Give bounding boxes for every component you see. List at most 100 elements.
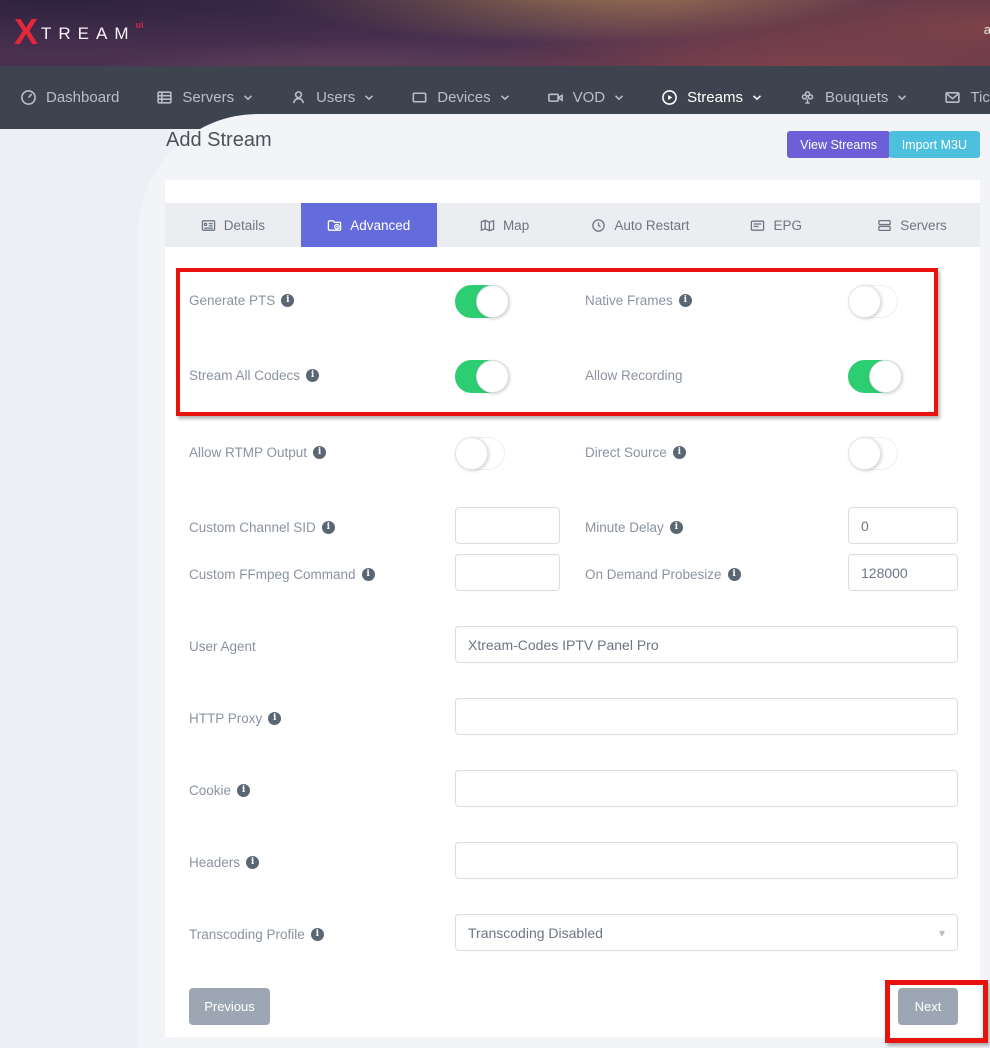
custom-channel-sid-input[interactable] (455, 507, 560, 544)
allow-recording-toggle[interactable] (848, 360, 898, 393)
tab-label: Advanced (350, 218, 410, 233)
nav-item-tickets[interactable]: Tickets (944, 89, 990, 106)
chevron-down-icon (243, 93, 253, 102)
account-text-cutoff[interactable]: a (984, 22, 990, 37)
add-stream-panel: Details Advanced Map Auto Restart EPG Se… (165, 180, 980, 1037)
devices-icon (411, 89, 428, 106)
hero-header: X TREAM ui a (0, 0, 990, 66)
tab-label: Servers (900, 218, 947, 233)
info-icon[interactable]: i (246, 856, 259, 869)
nav-label: Devices (437, 89, 490, 106)
nav-label: Dashboard (46, 89, 119, 106)
nav-item-servers[interactable]: Servers (156, 89, 253, 106)
servers-tab-icon (877, 218, 892, 233)
info-icon[interactable]: i (673, 446, 686, 459)
chevron-down-icon (500, 93, 510, 102)
field-label-direct-source: Direct Source i (585, 442, 686, 462)
field-label-custom-channel-sid: Custom Channel SID i (189, 517, 335, 537)
page-title: Add Stream (166, 129, 272, 152)
info-icon[interactable]: i (281, 294, 294, 307)
nav-item-vod[interactable]: VOD (547, 89, 625, 106)
field-label-on-demand-probesize: On Demand Probesize i (585, 564, 741, 584)
bouquets-icon (799, 89, 816, 106)
transcoding-profile-select[interactable]: Transcoding Disabled ▾ (455, 914, 958, 951)
toggle-knob (455, 437, 488, 470)
toggle-knob (476, 360, 509, 393)
stream-all-codecs-toggle[interactable] (455, 360, 505, 393)
nav-item-streams[interactable]: Streams (661, 89, 762, 106)
direct-source-toggle[interactable] (848, 437, 898, 470)
info-icon[interactable]: i (237, 784, 250, 797)
info-icon[interactable]: i (311, 928, 324, 941)
field-label-user-agent: User Agent (189, 636, 256, 656)
cookie-input[interactable] (455, 770, 958, 807)
headers-input[interactable] (455, 842, 958, 879)
info-icon[interactable]: i (313, 446, 326, 459)
nav-label: Bouquets (825, 89, 888, 106)
import-m3u-button[interactable]: Import M3U (889, 131, 980, 158)
nav-item-users[interactable]: Users (290, 89, 374, 106)
info-icon[interactable]: i (322, 521, 335, 534)
custom-ffmpeg-command-input[interactable] (455, 554, 560, 591)
nav-item-bouquets[interactable]: Bouquets (799, 89, 907, 106)
http-proxy-input[interactable] (455, 698, 958, 735)
nav-label: Streams (687, 89, 743, 106)
auto-restart-icon (591, 218, 606, 233)
info-icon[interactable]: i (268, 712, 281, 725)
field-label-custom-ffmpeg-command: Custom FFmpeg Command i (189, 564, 375, 584)
nav-item-dashboard[interactable]: Dashboard (20, 89, 119, 106)
allow-rtmp-output-toggle[interactable] (455, 437, 505, 470)
on-demand-probesize-input[interactable] (848, 554, 958, 591)
vod-icon (547, 89, 564, 106)
field-label-stream-all-codecs: Stream All Codecs i (189, 365, 319, 385)
info-icon[interactable]: i (670, 521, 683, 534)
tab-label: Map (503, 218, 529, 233)
chevron-down-icon (614, 93, 624, 102)
next-button[interactable]: Next (898, 988, 958, 1025)
field-label-native-frames: Native Frames i (585, 290, 692, 310)
tab-servers[interactable]: Servers (844, 203, 980, 247)
advanced-icon (327, 218, 342, 233)
tickets-icon (944, 89, 961, 106)
chevron-down-icon (897, 93, 907, 102)
logo-x: X (14, 14, 38, 50)
nav-label: Tickets (970, 89, 990, 106)
dashboard-icon (20, 89, 37, 106)
nav-label: Users (316, 89, 355, 106)
streams-icon (661, 89, 678, 106)
tab-map[interactable]: Map (437, 203, 573, 247)
tab-label: Details (224, 218, 265, 233)
epg-icon (750, 218, 765, 233)
minute-delay-input[interactable] (848, 507, 958, 544)
field-label-allow-rtmp-output: Allow RTMP Output i (189, 442, 326, 462)
user-agent-input[interactable] (455, 626, 958, 663)
native-frames-toggle[interactable] (848, 285, 898, 318)
nav-label: VOD (573, 89, 606, 106)
tab-bar: Details Advanced Map Auto Restart EPG Se… (165, 203, 980, 247)
toggle-knob (476, 285, 509, 318)
tab-epg[interactable]: EPG (708, 203, 844, 247)
tab-label: EPG (773, 218, 802, 233)
nav-label: Servers (182, 89, 234, 106)
selected-option: Transcoding Disabled (468, 925, 603, 941)
view-streams-button[interactable]: View Streams (787, 131, 890, 158)
servers-icon (156, 89, 173, 106)
toggle-knob (869, 360, 902, 393)
field-label-allow-recording: Allow Recording (585, 365, 683, 385)
info-icon[interactable]: i (679, 294, 692, 307)
tab-details[interactable]: Details (165, 203, 301, 247)
app-window: X TREAM ui a Dashboard Servers Users Dev… (0, 0, 990, 1048)
tab-auto-restart[interactable]: Auto Restart (572, 203, 708, 247)
field-label-generate-pts: Generate PTS i (189, 290, 294, 310)
info-icon[interactable]: i (362, 568, 375, 581)
tab-advanced[interactable]: Advanced (301, 203, 437, 247)
info-icon[interactable]: i (306, 369, 319, 382)
generate-pts-toggle[interactable] (455, 285, 505, 318)
map-icon (480, 218, 495, 233)
xtream-logo[interactable]: X TREAM ui (14, 14, 144, 50)
previous-button[interactable]: Previous (189, 988, 270, 1025)
toggle-knob (848, 437, 881, 470)
info-icon[interactable]: i (728, 568, 741, 581)
nav-item-devices[interactable]: Devices (411, 89, 509, 106)
field-label-http-proxy: HTTP Proxy i (189, 708, 281, 728)
